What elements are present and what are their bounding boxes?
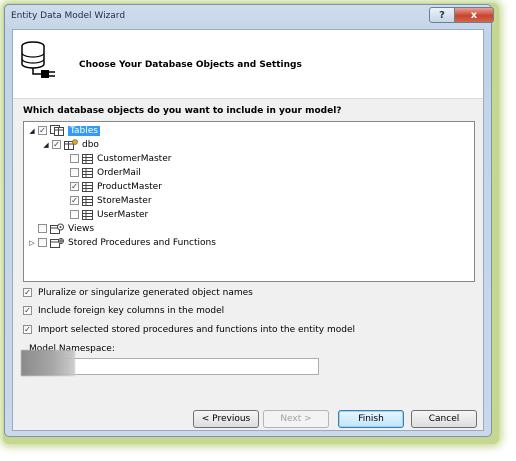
stored-procedures-checkbox[interactable] xyxy=(38,238,47,247)
stored-procedures-icon xyxy=(50,238,64,248)
table-icon xyxy=(82,167,93,178)
tree-node-views[interactable]: Views xyxy=(38,222,94,235)
tables-group-icon xyxy=(50,125,64,136)
wizard-client-area: Choose Your Database Objects and Setting… xyxy=(12,29,484,431)
tree-item-table[interactable]: ✓ StoreMaster xyxy=(70,194,152,207)
collapse-triangle-icon[interactable]: ◢ xyxy=(28,127,36,135)
table-icon xyxy=(82,209,93,220)
import-procedures-checkbox[interactable]: ✓ xyxy=(23,325,32,334)
tree-node-stored-procedures[interactable]: ▷ Stored Procedures and Functions xyxy=(28,236,216,249)
schema-icon xyxy=(64,139,78,150)
tree-node-dbo[interactable]: ◢ ✓ dbo xyxy=(42,138,99,151)
database-plug-icon xyxy=(21,41,55,78)
pluralize-checkbox[interactable]: ✓ xyxy=(23,288,32,297)
redaction-overlay xyxy=(21,350,75,376)
window-title: Entity Data Model Wizard xyxy=(11,11,126,21)
table-icon xyxy=(82,195,93,206)
tables-label: Tables xyxy=(68,125,100,136)
stored-procedures-label: Stored Procedures and Functions xyxy=(68,237,216,248)
dbo-label: dbo xyxy=(82,139,99,150)
close-button[interactable]: x xyxy=(454,7,494,23)
title-bar[interactable]: Entity Data Model Wizard ? x xyxy=(5,5,494,31)
table-checkbox[interactable] xyxy=(70,210,79,219)
table-label: CustomerMaster xyxy=(97,153,172,164)
expand-triangle-icon[interactable]: ▷ xyxy=(28,239,36,247)
table-label: ProductMaster xyxy=(97,181,162,192)
help-button[interactable]: ? xyxy=(429,7,455,23)
table-checkbox[interactable]: ✓ xyxy=(70,196,79,205)
pluralize-label: Pluralize or singularize generated objec… xyxy=(38,287,253,298)
tables-checkbox[interactable]: ✓ xyxy=(38,126,47,135)
dbo-checkbox[interactable]: ✓ xyxy=(52,140,61,149)
table-checkbox[interactable] xyxy=(70,154,79,163)
pluralize-option[interactable]: ✓ Pluralize or singularize generated obj… xyxy=(23,286,253,299)
tree-item-table[interactable]: OrderMail xyxy=(70,166,141,179)
foreign-key-label: Include foreign key columns in the model xyxy=(38,305,225,316)
objects-question: Which database objects do you want to in… xyxy=(23,106,342,116)
table-label: StoreMaster xyxy=(97,195,152,206)
tree-item-table[interactable]: UserMaster xyxy=(70,208,148,221)
tree-item-table[interactable]: CustomerMaster xyxy=(70,152,171,165)
header-title: Choose Your Database Objects and Setting… xyxy=(79,60,302,70)
wizard-header: Choose Your Database Objects and Setting… xyxy=(13,30,483,99)
table-checkbox[interactable]: ✓ xyxy=(70,182,79,191)
import-procedures-label: Import selected stored procedures and fu… xyxy=(38,324,355,335)
cancel-button[interactable]: Cancel xyxy=(411,410,477,428)
previous-button[interactable]: < Previous xyxy=(193,410,259,428)
views-checkbox[interactable] xyxy=(38,224,47,233)
foreign-key-option[interactable]: ✓ Include foreign key columns in the mod… xyxy=(23,304,224,317)
next-button[interactable]: Next > xyxy=(263,410,329,428)
tree-node-tables[interactable]: ◢ ✓ Tables xyxy=(28,124,100,137)
views-icon xyxy=(50,223,64,234)
table-label: UserMaster xyxy=(97,209,149,220)
table-label: OrderMail xyxy=(97,167,141,178)
table-icon xyxy=(82,153,93,164)
tree-item-table[interactable]: ✓ ProductMaster xyxy=(70,180,162,193)
table-checkbox[interactable] xyxy=(70,168,79,177)
database-objects-tree[interactable]: ◢ ✓ Tables ◢ ✓ dbo CustomerMaster OrderM… xyxy=(23,121,475,282)
foreign-key-checkbox[interactable]: ✓ xyxy=(23,306,32,315)
import-procedures-option[interactable]: ✓ Import selected stored procedures and … xyxy=(23,323,355,336)
collapse-triangle-icon[interactable]: ◢ xyxy=(42,141,50,149)
table-icon xyxy=(82,181,93,192)
wizard-window: Entity Data Model Wizard ? x Choose Your… xyxy=(4,4,494,437)
views-label: Views xyxy=(68,223,95,234)
finish-button[interactable]: Finish xyxy=(338,410,404,428)
